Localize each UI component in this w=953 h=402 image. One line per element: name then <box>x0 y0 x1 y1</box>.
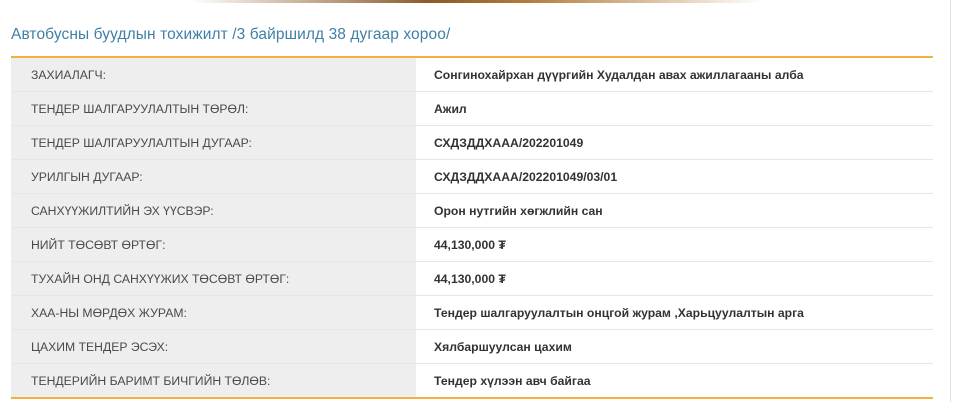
table-row: ХАА-НЫ МӨРДӨХ ЖУРАМ: Тендер шалгаруулалт… <box>11 295 933 330</box>
row-label-total-budget: НИЙТ ТӨСӨВТ ӨРТӨГ: <box>11 227 416 262</box>
table-row: ТЕНДЕР ШАЛГАРУУЛАЛТЫН ДУГААР: СХДЗДДХААА… <box>11 125 933 160</box>
row-value-tender-type: Ажил <box>416 91 933 126</box>
row-label-e-tender: ЦАХИМ ТЕНДЕР ЭСЭХ: <box>11 329 416 364</box>
row-value-funding-source: Орон нутгийн хөгжлийн сан <box>416 193 933 228</box>
table-row: ТЕНДЕРИЙН БАРИМТ БИЧГИЙН ТӨЛӨВ: Тендер х… <box>11 363 933 397</box>
row-value-customer: Сонгинохайрхан дүүргийн Худалдан авах аж… <box>416 58 933 92</box>
row-label-year-budget: ТУХАЙН ОНД САНХҮҮЖИХ ТӨСӨВТ ӨРТӨГ: <box>11 261 416 296</box>
table-row: УРИЛГЫН ДУГААР: СХДЗДДХААА/202201049/03/… <box>11 159 933 194</box>
page-edge-divider <box>950 0 951 402</box>
row-label-customer: ЗАХИАЛАГЧ: <box>11 58 416 92</box>
table-row: САНХҮҮЖИЛТИЙН ЭХ ҮҮСВЭР: Орон нутгийн хө… <box>11 193 933 228</box>
row-label-tender-number: ТЕНДЕР ШАЛГАРУУЛАЛТЫН ДУГААР: <box>11 125 416 160</box>
row-value-tender-number: СХДЗДДХААА/202201049 <box>416 125 933 160</box>
row-value-e-tender: Хялбаршуулсан цахим <box>416 329 933 364</box>
row-label-document-status: ТЕНДЕРИЙН БАРИМТ БИЧГИЙН ТӨЛӨВ: <box>11 363 416 397</box>
page-title: Автобусны буудлын тохижилт /3 байршилд 3… <box>11 26 451 43</box>
row-label-funding-source: САНХҮҮЖИЛТИЙН ЭХ ҮҮСВЭР: <box>11 193 416 228</box>
table-row: ЗАХИАЛАГЧ: Сонгинохайрхан дүүргийн Худал… <box>11 58 933 92</box>
row-label-tender-type: ТЕНДЕР ШАЛГАРУУЛАЛТЫН ТӨРӨЛ: <box>11 91 416 126</box>
table-row: ТЕНДЕР ШАЛГАРУУЛАЛТЫН ТӨРӨЛ: Ажил <box>11 91 933 126</box>
row-value-total-budget: 44,130,000 ₮ <box>416 227 933 262</box>
table-row: ТУХАЙН ОНД САНХҮҮЖИХ ТӨСӨВТ ӨРТӨГ: 44,13… <box>11 261 933 296</box>
row-value-year-budget: 44,130,000 ₮ <box>416 261 933 296</box>
row-value-invitation-number: СХДЗДДХААА/202201049/03/01 <box>416 159 933 194</box>
row-label-procedure: ХАА-НЫ МӨРДӨХ ЖУРАМ: <box>11 295 416 330</box>
header-decoration-strip <box>0 0 953 3</box>
table-bottom-divider <box>11 397 933 399</box>
row-value-procedure: Тендер шалгаруулалтын онцгой журам ,Харь… <box>416 295 933 330</box>
table-row: НИЙТ ТӨСӨВТ ӨРТӨГ: 44,130,000 ₮ <box>11 227 933 262</box>
row-value-document-status: Тендер хүлээн авч байгаа <box>416 363 933 397</box>
row-label-invitation-number: УРИЛГЫН ДУГААР: <box>11 159 416 194</box>
table-row: ЦАХИМ ТЕНДЕР ЭСЭХ: Хялбаршуулсан цахим <box>11 329 933 364</box>
tender-details-table: ЗАХИАЛАГЧ: Сонгинохайрхан дүүргийн Худал… <box>11 58 933 397</box>
